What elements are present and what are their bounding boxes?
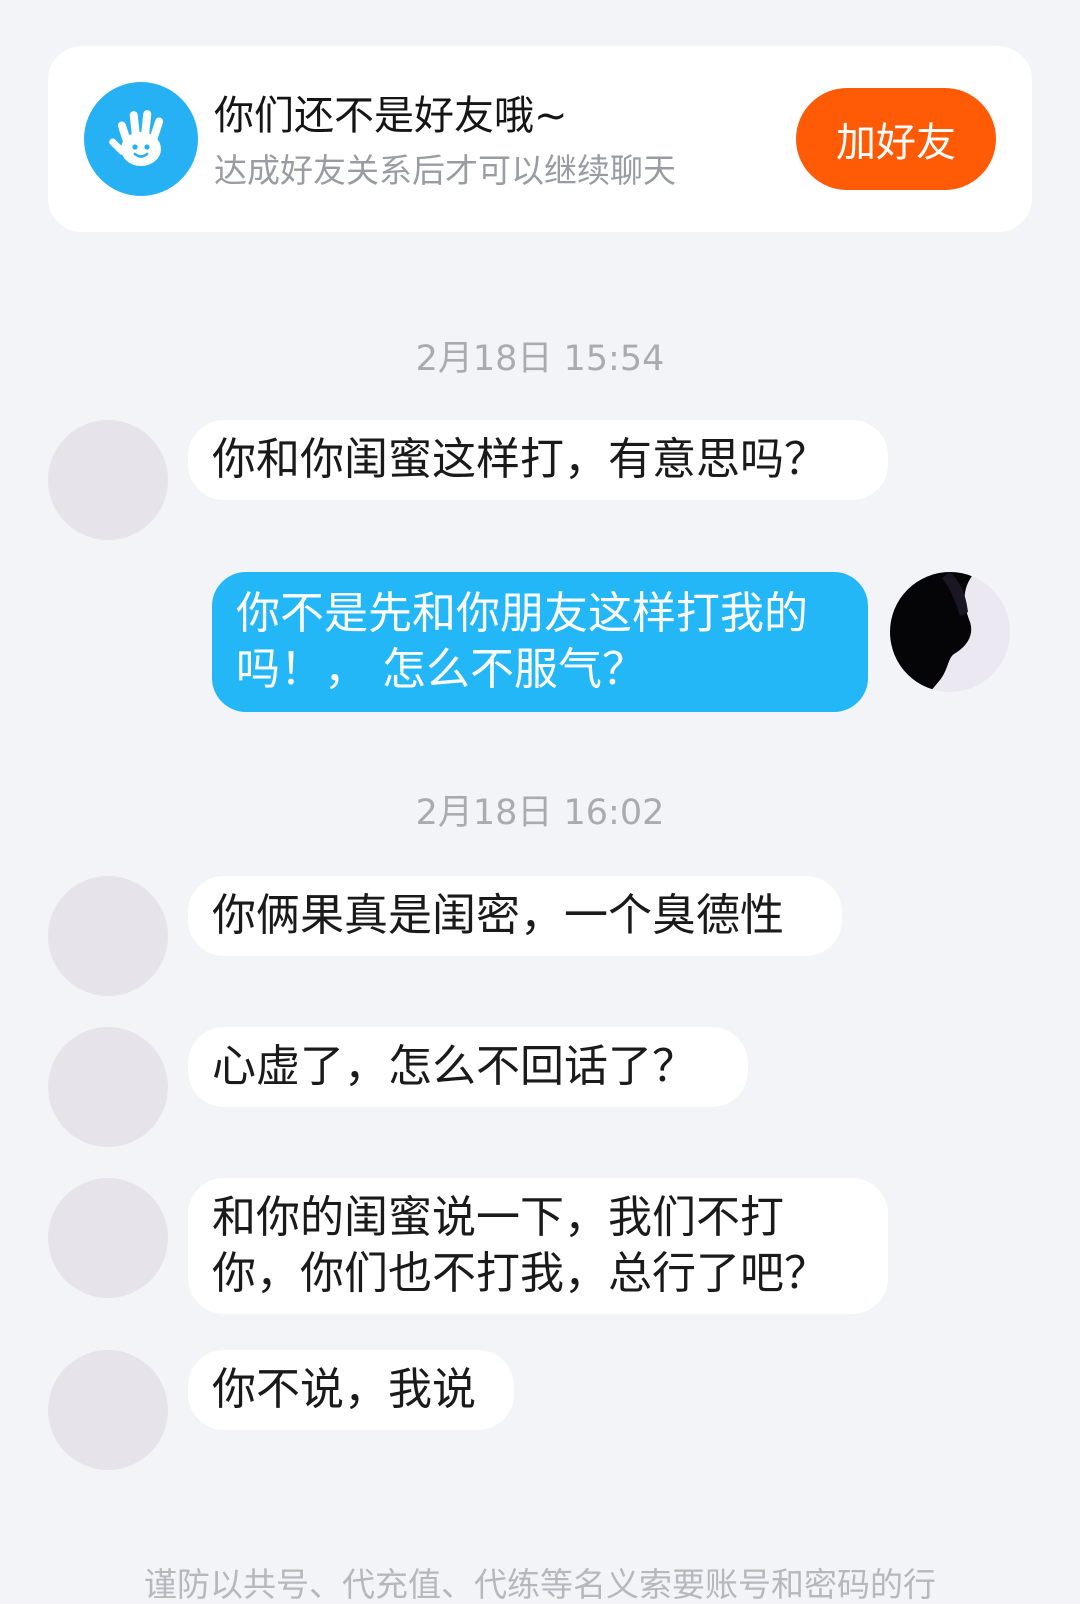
message-text-line: 你不说，我说 bbox=[212, 1364, 476, 1415]
user-avatar[interactable] bbox=[890, 572, 1010, 692]
incoming-message-bubble[interactable]: 你俩果真是闺密，一个臭德性 bbox=[188, 876, 842, 956]
add-friend-button[interactable]: 加好友 bbox=[796, 88, 996, 190]
security-notice: 谨防以共号、代充值、代练等名义索要账号和密码的行 bbox=[144, 1565, 936, 1604]
friend-notice-card: 你们还不是好友哦~ 达成好友关系后才可以继续聊天 加好友 bbox=[48, 46, 1032, 232]
incoming-message-bubble[interactable]: 你不说，我说 bbox=[188, 1350, 514, 1430]
message-text-line: 你俩果真是闺密，一个臭德性 bbox=[212, 890, 784, 941]
incoming-message-bubble[interactable]: 你和你闺蜜这样打，有意思吗？ bbox=[188, 420, 888, 500]
incoming-message-bubble[interactable]: 心虚了，怎么不回话了？ bbox=[188, 1027, 748, 1107]
contact-avatar[interactable] bbox=[48, 1178, 168, 1298]
message-text-line: 你，你们也不打我，总行了吧？ bbox=[212, 1248, 828, 1299]
message-text-line: 你和你闺蜜这样打，有意思吗？ bbox=[212, 434, 828, 485]
message-text-line: 你不是先和你朋友这样打我的 bbox=[236, 588, 808, 639]
contact-avatar[interactable] bbox=[48, 876, 168, 996]
outgoing-message-bubble[interactable]: 你不是先和你朋友这样打我的 吗！， 怎么不服气？ bbox=[212, 572, 868, 712]
message-text-line: 心虚了，怎么不回话了？ bbox=[212, 1041, 696, 1092]
contact-avatar[interactable] bbox=[48, 1350, 168, 1470]
message-timestamp: 2月18日 15:54 bbox=[415, 339, 665, 379]
waving-hand-icon bbox=[84, 82, 198, 196]
message-text-line: 吗！， 怎么不服气？ bbox=[236, 644, 646, 695]
notice-subtitle: 达成好友关系后才可以继续聊天 bbox=[214, 151, 676, 190]
notice-title: 你们还不是好友哦~ bbox=[214, 93, 568, 139]
incoming-message-bubble[interactable]: 和你的闺蜜说一下，我们不打 你，你们也不打我，总行了吧？ bbox=[188, 1178, 888, 1314]
contact-avatar[interactable] bbox=[48, 420, 168, 540]
message-timestamp: 2月18日 16:02 bbox=[415, 793, 665, 833]
contact-avatar[interactable] bbox=[48, 1027, 168, 1147]
message-text-line: 和你的闺蜜说一下，我们不打 bbox=[212, 1192, 784, 1243]
silhouette-portrait-icon bbox=[890, 572, 1010, 692]
